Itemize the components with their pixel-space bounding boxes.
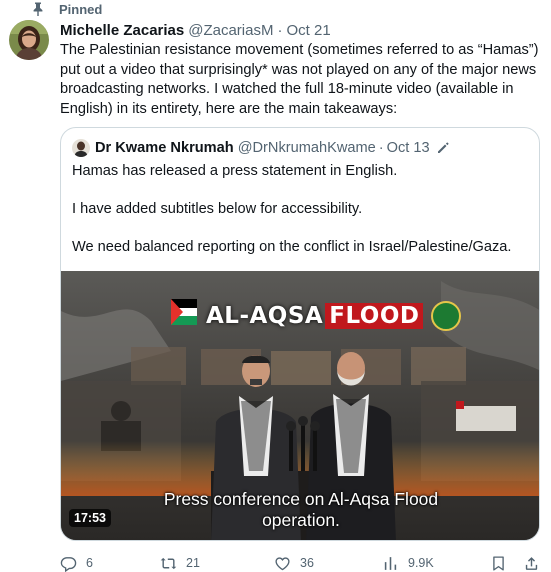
bookmark-button[interactable]: [490, 553, 516, 572]
like-button[interactable]: 36: [274, 553, 314, 572]
pinned-indicator: Pinned: [30, 0, 102, 18]
subtitle-line: Press conference on Al-Aqsa Flood: [163, 489, 439, 509]
quote-paragraph: I have added subtitles below for accessi…: [72, 201, 363, 217]
pin-icon: [33, 2, 43, 16]
share-button[interactable]: [523, 553, 549, 572]
reply-count: 6: [86, 556, 93, 570]
video-player[interactable]: AL-AQSA FLOOD Press conference on Al-Aqs…: [61, 271, 539, 540]
bookmark-icon: [493, 555, 504, 571]
quote-paragraph: We need balanced reporting on the confli…: [72, 239, 512, 255]
separator-dot: ·: [277, 21, 283, 39]
tweet-timestamp[interactable]: Oct 21: [286, 22, 330, 39]
share-icon: [525, 556, 538, 570]
tweet-text: The Palestinian resistance movement (som…: [60, 42, 539, 118]
video-duration: 17:53: [69, 509, 111, 527]
subtitle-line: operation.: [262, 510, 340, 530]
quote-author-name[interactable]: Dr Kwame Nkrumah: [95, 140, 234, 156]
pinned-label: Pinned: [59, 1, 103, 17]
quote-avatar[interactable]: [72, 139, 90, 157]
quote-separator-dot: ·: [378, 140, 384, 156]
quote-timestamp[interactable]: Oct 13: [387, 140, 430, 156]
banner-text-right: FLOOD: [325, 303, 424, 329]
quote-text: Hamas has released a press statement in …: [72, 162, 532, 276]
emblem-icon: [431, 301, 462, 331]
quote-tweet[interactable]: Dr Kwame Nkrumah @DrNkrumahKwame · Oct 1…: [60, 127, 540, 541]
tweet-header: Michelle Zacarias @ZacariasM · Oct 21: [60, 20, 331, 40]
video-subtitle: Press conference on Al-Aqsa Flood operat…: [61, 489, 539, 531]
reply-icon: [60, 556, 77, 572]
author-handle[interactable]: @ZacariasM: [188, 22, 273, 39]
views-button[interactable]: 9.9K: [382, 553, 434, 572]
banner-text-left: AL-AQSA: [206, 303, 324, 329]
like-icon: [275, 556, 290, 570]
quote-paragraph: Hamas has released a press statement in …: [72, 163, 398, 179]
quote-author-handle[interactable]: @DrNkrumahKwame: [238, 140, 376, 156]
like-count: 36: [300, 556, 314, 570]
author-name[interactable]: Michelle Zacarias: [60, 22, 184, 39]
views-icon: [384, 556, 397, 570]
repost-count: 21: [186, 556, 200, 570]
action-bar: 6 21 36 9.9K: [60, 553, 540, 572]
video-banner: AL-AQSA FLOOD: [171, 299, 462, 333]
flag-icon: [171, 299, 197, 329]
view-count: 9.9K: [408, 556, 434, 570]
edit-icon[interactable]: [436, 141, 450, 155]
avatar[interactable]: [9, 20, 49, 60]
repost-button[interactable]: 21: [160, 553, 200, 572]
repost-icon: [160, 557, 177, 569]
reply-button[interactable]: 6: [60, 553, 93, 572]
quote-header: Dr Kwame Nkrumah @DrNkrumahKwame · Oct 1…: [72, 138, 450, 158]
